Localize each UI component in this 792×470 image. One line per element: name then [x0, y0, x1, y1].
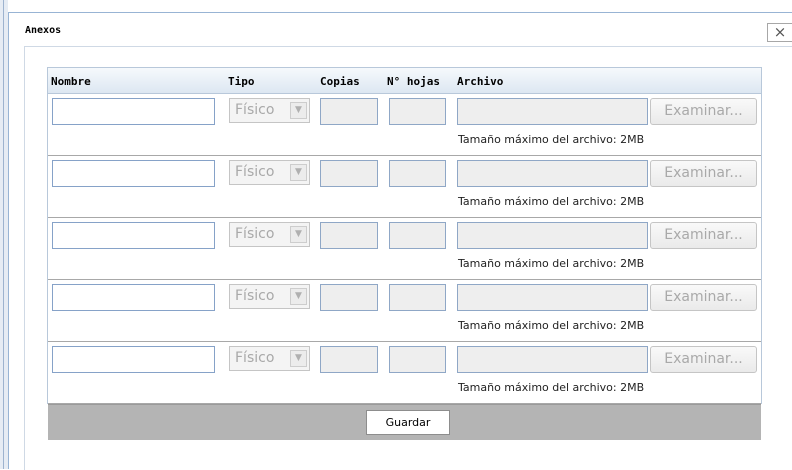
header-tipo: Tipo: [228, 75, 255, 88]
copias-input[interactable]: [320, 284, 378, 311]
table-row: Físico ▼ Examinar... Tamaño máximo del arch…: [48, 156, 761, 218]
save-button[interactable]: Guardar: [366, 410, 450, 435]
n-hojas-input[interactable]: [389, 222, 446, 249]
examinar-button[interactable]: Examinar...: [650, 98, 757, 125]
window-edge: [0, 0, 8, 469]
tipo-select-value: Físico: [235, 226, 275, 242]
tipo-select-value: Físico: [235, 288, 275, 304]
archivo-input[interactable]: [457, 346, 648, 373]
copias-input[interactable]: [320, 98, 378, 125]
dialog-titlebar: Anexos ×: [9, 13, 792, 47]
dialog-body: Nombre Tipo Copias N° hojas Archivo Físi…: [24, 46, 792, 470]
close-icon: ×: [773, 23, 787, 41]
chevron-down-icon: ▼: [290, 288, 307, 305]
archivo-input[interactable]: [457, 284, 648, 311]
tipo-select-value: Físico: [235, 350, 275, 366]
examinar-button[interactable]: Examinar...: [650, 284, 757, 311]
tipo-select-value: Físico: [235, 164, 275, 180]
examinar-button[interactable]: Examinar...: [650, 160, 757, 187]
dialog-title: Anexos: [25, 25, 62, 36]
tipo-select[interactable]: Físico ▼: [229, 284, 310, 309]
chevron-down-icon: ▼: [290, 350, 307, 367]
chevron-down-icon: ▼: [290, 164, 307, 181]
archivo-input[interactable]: [457, 160, 648, 187]
max-size-note: Tamaño máximo del archivo: 2MB: [458, 195, 645, 208]
header-archivo: Archivo: [457, 75, 504, 88]
copias-input[interactable]: [320, 160, 378, 187]
anexos-table: Nombre Tipo Copias N° hojas Archivo Físi…: [47, 67, 762, 440]
examinar-button[interactable]: Examinar...: [650, 222, 757, 249]
table-footer: Guardar: [48, 404, 761, 440]
table-row: Físico ▼ Examinar... Tamaño máximo del arch…: [48, 280, 761, 342]
n-hojas-input[interactable]: [389, 284, 446, 311]
archivo-input[interactable]: [457, 98, 648, 125]
nombre-input[interactable]: [52, 98, 215, 125]
max-size-note: Tamaño máximo del archivo: 2MB: [458, 133, 645, 146]
nombre-input[interactable]: [52, 222, 215, 249]
close-button[interactable]: ×: [767, 23, 792, 42]
header-nombre: Nombre: [51, 75, 91, 88]
table-row: Físico ▼ Examinar... Tamaño máximo del arch…: [48, 218, 761, 280]
chevron-down-icon: ▼: [290, 102, 307, 119]
n-hojas-input[interactable]: [389, 346, 446, 373]
anexos-dialog: Anexos × Nombre Tipo Copias N° hojas Arc…: [8, 12, 792, 470]
tipo-select[interactable]: Físico ▼: [229, 346, 310, 371]
header-copias: Copias: [320, 75, 360, 88]
copias-input[interactable]: [320, 346, 378, 373]
header-n-hojas: N° hojas: [387, 75, 440, 88]
n-hojas-input[interactable]: [389, 160, 446, 187]
max-size-note: Tamaño máximo del archivo: 2MB: [458, 381, 645, 394]
examinar-button[interactable]: Examinar...: [650, 346, 757, 373]
nombre-input[interactable]: [52, 346, 215, 373]
n-hojas-input[interactable]: [389, 98, 446, 125]
table-row: Físico ▼ Examinar... Tamaño máximo del arch…: [48, 94, 761, 156]
max-size-note: Tamaño máximo del archivo: 2MB: [458, 257, 645, 270]
archivo-input[interactable]: [457, 222, 648, 249]
tipo-select-value: Físico: [235, 102, 275, 118]
chevron-down-icon: ▼: [290, 226, 307, 243]
nombre-input[interactable]: [52, 284, 215, 311]
nombre-input[interactable]: [52, 160, 215, 187]
tipo-select[interactable]: Físico ▼: [229, 222, 310, 247]
table-row: Físico ▼ Examinar... Tamaño máximo del arch…: [48, 342, 761, 404]
tipo-select[interactable]: Físico ▼: [229, 160, 310, 185]
table-header: Nombre Tipo Copias N° hojas Archivo: [48, 68, 761, 94]
copias-input[interactable]: [320, 222, 378, 249]
tipo-select[interactable]: Físico ▼: [229, 98, 310, 123]
max-size-note: Tamaño máximo del archivo: 2MB: [458, 319, 645, 332]
window-edge-line: [3, 0, 4, 469]
